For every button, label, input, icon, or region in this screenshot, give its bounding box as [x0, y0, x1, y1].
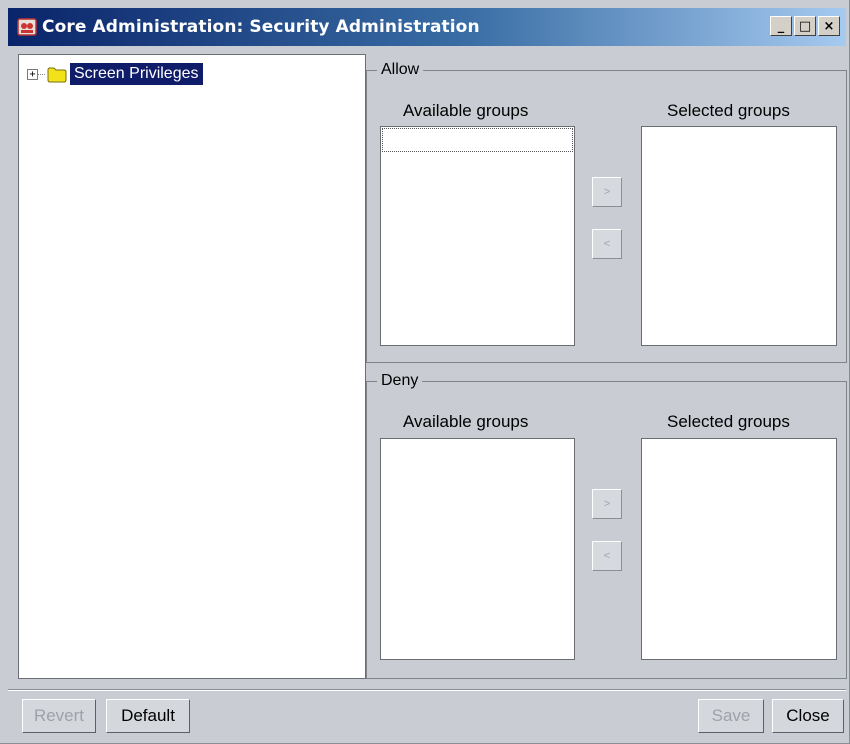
allow-legend: Allow	[377, 61, 424, 79]
revert-button[interactable]: Revert	[22, 699, 96, 733]
deny-available-title: Available groups	[403, 412, 529, 431]
deny-add-button[interactable]: >	[592, 489, 622, 519]
allow-remove-button[interactable]: <	[592, 229, 622, 259]
allow-selected-title: Selected groups	[667, 101, 790, 120]
privileges-tree[interactable]: + Screen Privileges	[18, 54, 366, 679]
folder-icon	[47, 66, 67, 83]
deny-selected-title: Selected groups	[667, 412, 790, 431]
tree-node-label[interactable]: Screen Privileges	[70, 63, 203, 85]
minimize-icon: _	[777, 18, 785, 34]
maximize-icon: □	[798, 18, 812, 34]
list-focus-row[interactable]	[382, 128, 573, 152]
window-title: Core Administration: Security Administra…	[42, 17, 480, 37]
allow-selected-list[interactable]	[641, 126, 837, 346]
expand-icon[interactable]: +	[27, 68, 38, 80]
allow-add-button[interactable]: >	[592, 177, 622, 207]
minimize-button[interactable]: _	[770, 16, 792, 36]
deny-legend: Deny	[377, 372, 423, 390]
close-icon: ×	[823, 18, 835, 34]
title-bar[interactable]: Core Administration: Security Administra…	[8, 8, 846, 46]
app-icon	[16, 16, 38, 38]
close-window-button[interactable]: ×	[818, 16, 840, 36]
maximize-button[interactable]: □	[794, 16, 816, 36]
close-button[interactable]: Close	[772, 699, 844, 733]
tree-connector	[38, 73, 45, 75]
window-controls: _ □ ×	[770, 16, 840, 36]
deny-selected-list[interactable]	[641, 438, 837, 660]
deny-available-list[interactable]	[380, 438, 575, 660]
save-button[interactable]: Save	[698, 699, 764, 733]
allow-available-list[interactable]	[380, 126, 575, 346]
allow-available-title: Available groups	[403, 101, 529, 120]
default-button[interactable]: Default	[106, 699, 190, 733]
deny-groupbox: Deny Available groups Selected groups > …	[366, 372, 847, 679]
tree-node-screen-privileges[interactable]: + Screen Privileges	[27, 63, 203, 85]
security-admin-window: Core Administration: Security Administra…	[0, 0, 850, 744]
bottom-separator	[8, 689, 846, 691]
allow-groupbox: Allow Available groups Selected groups >…	[366, 61, 847, 363]
deny-remove-button[interactable]: <	[592, 541, 622, 571]
